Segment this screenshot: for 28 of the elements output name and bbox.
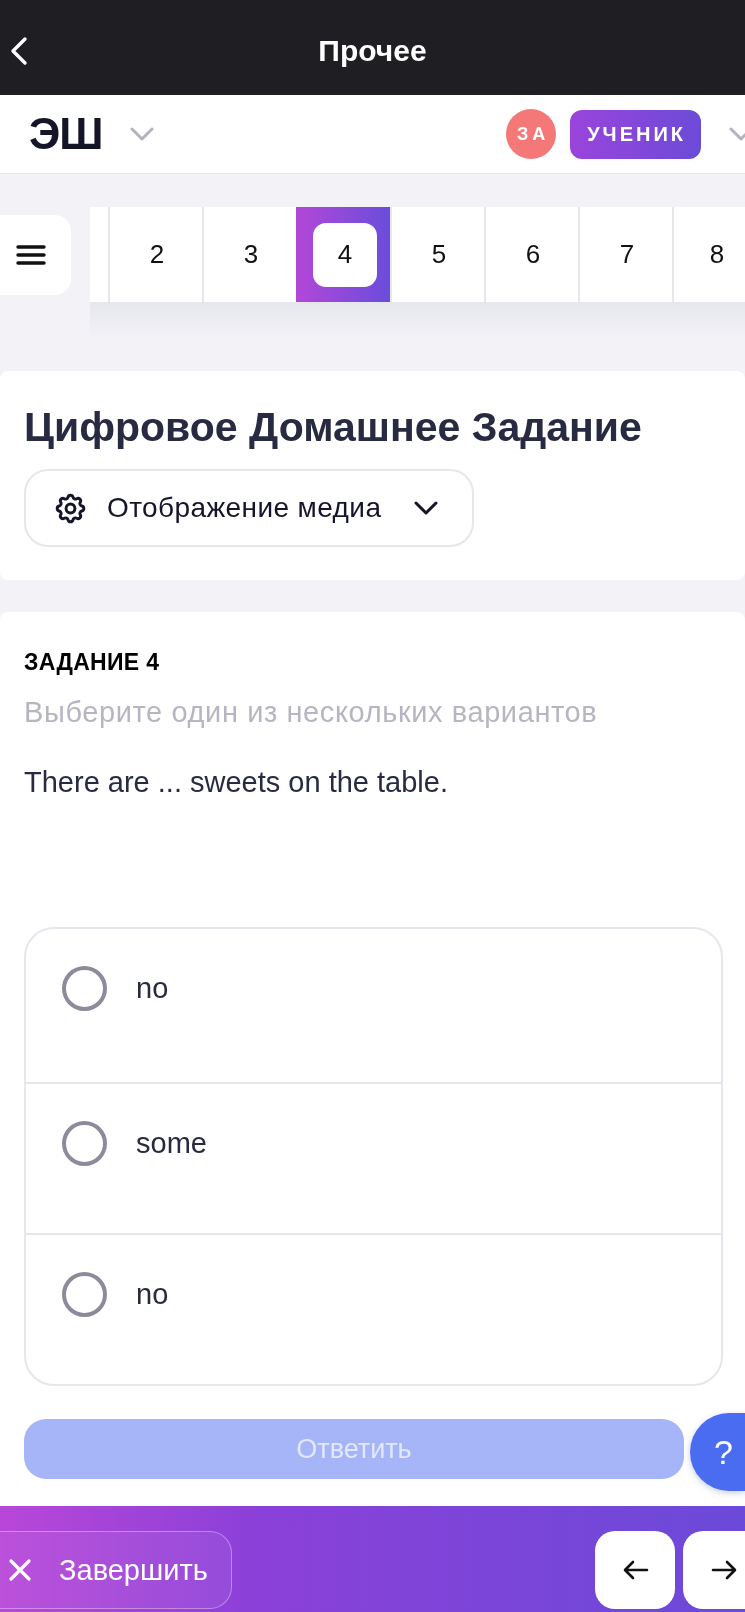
assignment-title: Цифровое Домашнее Задание [24,404,643,450]
next-button[interactable] [683,1531,745,1609]
question-tab[interactable]: 4 [296,207,390,302]
radio-button[interactable] [62,1121,107,1166]
chevron-down-icon [414,501,438,515]
option-label[interactable]: no [136,1272,169,1317]
previous-button[interactable] [595,1531,675,1609]
role-switch-button[interactable]: УЧЕНИК [570,109,701,159]
menu-icon [15,245,46,265]
back-icon[interactable] [10,36,28,66]
task-instruction: Выберите один из нескольких вариантов [24,695,599,729]
settings-icon [55,492,86,524]
radio-button[interactable] [62,966,107,1011]
chevron-down-icon[interactable] [729,127,745,141]
close-icon [8,1558,32,1582]
arrow-left-icon [623,1560,649,1580]
radio-button[interactable] [62,1272,107,1317]
task-heading: ЗАДАНИЕ 4 [24,648,161,676]
media-dropdown[interactable]: Отображение медиа [24,469,474,547]
menu-button[interactable] [0,215,71,295]
arrow-right-icon [711,1560,737,1580]
option-label[interactable]: some [136,1121,207,1166]
logo-text[interactable]: ЭШ [29,112,103,156]
screen-title: Прочее [318,33,427,69]
option-label[interactable]: no [136,966,169,1011]
chevron-down-icon[interactable] [129,127,154,141]
finish-button[interactable]: Завершить [0,1531,232,1609]
question-text: There are ... sweets on the table. [24,765,449,799]
